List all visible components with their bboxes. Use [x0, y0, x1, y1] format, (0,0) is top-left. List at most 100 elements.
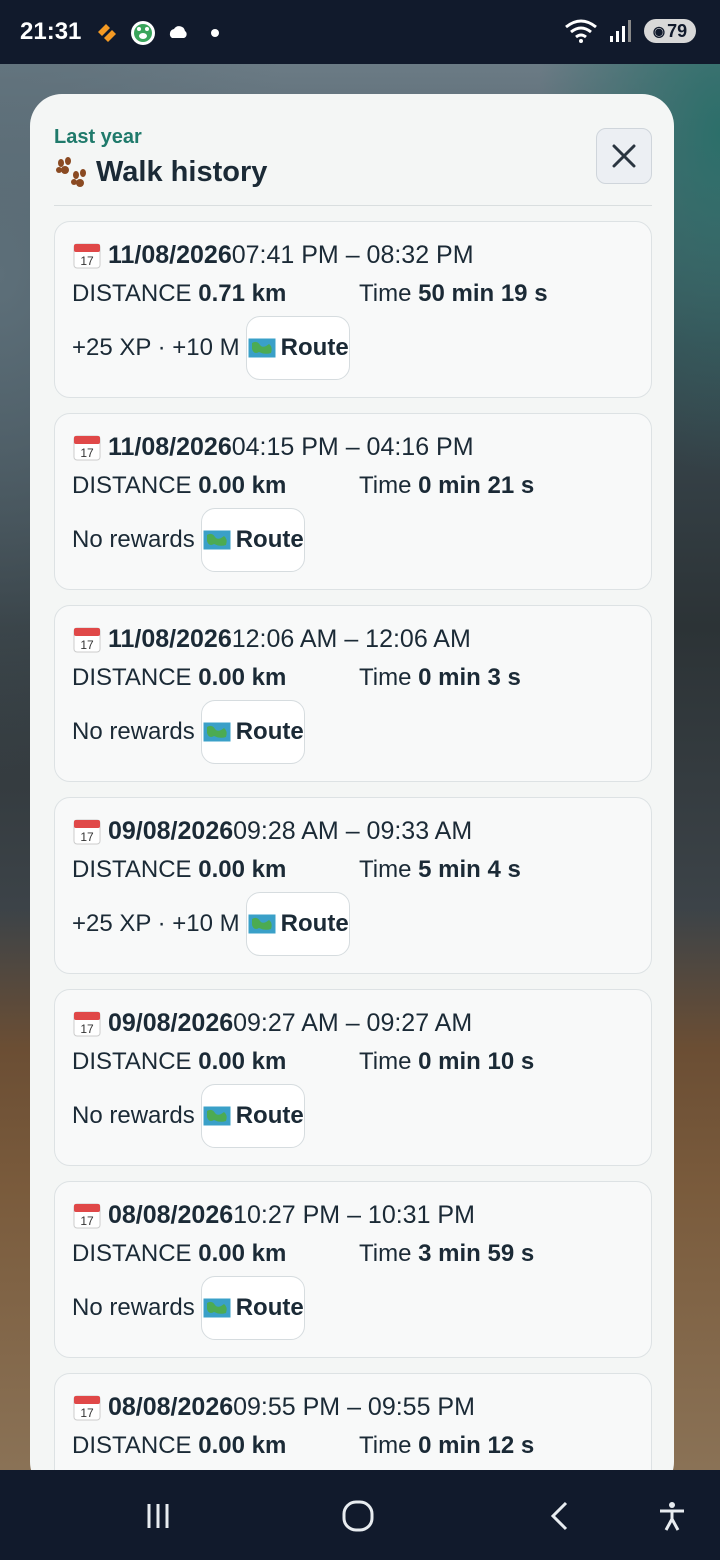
walk-footer: No rewards Route — [72, 1276, 305, 1340]
status-bar: 21:31 ◉ 79 — [0, 0, 720, 64]
walk-header: 17 11/08/2026 07:41 PM – 08:32 PM — [72, 240, 474, 270]
duration-value: 0 min 10 s — [418, 1048, 535, 1075]
distance-stat: DISTANCE 0.00 km — [72, 1240, 286, 1268]
home-icon — [342, 1500, 374, 1532]
distance-stat: DISTANCE 0.00 km — [72, 664, 286, 692]
duration-stat: Time 0 min 21 s — [359, 472, 534, 500]
distance-value: 0.00 km — [198, 664, 287, 691]
app-icon — [98, 24, 116, 42]
route-button[interactable]: Route — [245, 316, 350, 380]
svg-text:17: 17 — [80, 830, 94, 844]
route-button[interactable]: Route — [245, 892, 350, 956]
duration-stat: Time 0 min 12 s — [359, 1432, 534, 1460]
map-icon — [247, 913, 277, 935]
cloud-icon — [169, 26, 187, 38]
distance-value: 0.71 km — [198, 280, 287, 307]
walk-date: 08/08/2026 — [108, 1200, 234, 1229]
duration-value: 5 min 4 s — [418, 856, 521, 883]
walk-time-range: 09:27 AM – 09:27 AM — [233, 1008, 473, 1037]
walk-time-range: 10:27 PM – 10:31 PM — [233, 1200, 475, 1229]
battery-icon: ◉ 79 — [644, 19, 696, 43]
walk-header: 17 09/08/2026 09:28 AM – 09:33 AM — [72, 816, 472, 846]
signal-icon — [610, 20, 631, 42]
route-button[interactable]: Route — [200, 1084, 305, 1148]
walk-header: 17 09/08/2026 09:27 AM – 09:27 AM — [72, 1008, 472, 1038]
time-label: Time — [359, 472, 412, 499]
calendar-icon: 17 — [73, 1203, 101, 1229]
distance-value: 0.00 km — [198, 472, 287, 499]
svg-text:17: 17 — [80, 638, 94, 652]
svg-text:17: 17 — [80, 1214, 94, 1228]
time-label: Time — [359, 1240, 412, 1267]
duration-stat: Time 0 min 10 s — [359, 1048, 534, 1076]
duration-stat: Time 5 min 4 s — [359, 856, 521, 884]
time-label: Time — [359, 1048, 412, 1075]
svg-text:17: 17 — [80, 1406, 94, 1420]
walk-footer: No rewards Route — [72, 1084, 305, 1148]
duration-value: 0 min 3 s — [418, 664, 521, 691]
walk-list[interactable]: 17 11/08/2026 07:41 PM – 08:32 PM DISTAN… — [54, 221, 652, 1494]
duration-value: 3 min 59 s — [418, 1240, 535, 1267]
route-button[interactable]: Route — [200, 700, 305, 764]
walk-date: 09/08/2026 — [108, 1008, 234, 1037]
walk-time-range: 09:55 PM – 09:55 PM — [233, 1392, 475, 1421]
route-label: Route — [280, 334, 349, 361]
paw-app-icon — [131, 21, 155, 45]
rewards-text: +25 XP · +10 M — [72, 910, 240, 937]
distance-label: DISTANCE — [72, 664, 192, 691]
duration-stat: Time 50 min 19 s — [359, 280, 548, 308]
distance-stat: DISTANCE 0.00 km — [72, 1048, 286, 1076]
rewards-text: +25 XP · +10 M — [72, 334, 240, 361]
home-button[interactable] — [334, 1492, 382, 1540]
walk-header: 17 11/08/2026 04:15 PM – 04:16 PM — [72, 432, 474, 462]
duration-stat: Time 3 min 59 s — [359, 1240, 534, 1268]
map-icon — [247, 337, 277, 359]
back-button[interactable] — [536, 1492, 584, 1540]
distance-label: DISTANCE — [72, 1048, 192, 1075]
modal-title-text: Walk history — [96, 156, 268, 188]
walk-card: 17 09/08/2026 09:28 AM – 09:33 AM DISTAN… — [54, 797, 652, 974]
map-icon — [202, 1297, 232, 1319]
duration-stat: Time 0 min 3 s — [359, 664, 521, 692]
recent-apps-button[interactable] — [134, 1492, 182, 1540]
walk-date: 11/08/2026 — [108, 624, 232, 653]
rewards-text: No rewards — [72, 1294, 195, 1321]
distance-label: DISTANCE — [72, 856, 192, 883]
distance-value: 0.00 km — [198, 1240, 287, 1267]
route-label: Route — [235, 718, 304, 745]
distance-stat: DISTANCE 0.71 km — [72, 280, 286, 308]
walk-date: 09/08/2026 — [108, 816, 234, 845]
dot-icon — [211, 29, 219, 37]
walk-date: 11/08/2026 — [108, 432, 232, 461]
status-time: 21:31 — [20, 18, 82, 45]
walk-date: 08/08/2026 — [108, 1392, 234, 1421]
route-button[interactable]: Route — [200, 508, 305, 572]
distance-stat: DISTANCE 0.00 km — [72, 1432, 286, 1460]
battery-level: 79 — [667, 20, 688, 41]
close-button[interactable] — [596, 128, 652, 184]
accessibility-button[interactable] — [648, 1492, 696, 1540]
distance-stat: DISTANCE 0.00 km — [72, 472, 286, 500]
close-icon — [612, 144, 636, 168]
route-button[interactable]: Route — [200, 1276, 305, 1340]
distance-value: 0.00 km — [198, 856, 287, 883]
accessibility-icon — [660, 1502, 684, 1531]
system-icons: ◉ 79 — [564, 18, 696, 44]
map-icon — [202, 1105, 232, 1127]
walk-time-range: 12:06 AM – 12:06 AM — [231, 624, 471, 653]
calendar-icon: 17 — [73, 1395, 101, 1421]
rewards-text: No rewards — [72, 1102, 195, 1129]
recent-apps-icon — [147, 1504, 169, 1528]
walk-time-range: 04:15 PM – 04:16 PM — [231, 432, 474, 461]
route-label: Route — [235, 1102, 304, 1129]
walk-card: 17 11/08/2026 12:06 AM – 12:06 AM DISTAN… — [54, 605, 652, 782]
modal-title: Walk history — [54, 156, 267, 189]
distance-label: DISTANCE — [72, 280, 192, 307]
svg-text:17: 17 — [80, 254, 94, 268]
duration-value: 0 min 12 s — [418, 1432, 535, 1459]
walk-header: 17 11/08/2026 12:06 AM – 12:06 AM — [72, 624, 471, 654]
walk-history-modal: Last year Walk history 17 11/08/2026 07:… — [30, 94, 674, 1494]
walk-card: 17 11/08/2026 07:41 PM – 08:32 PM DISTAN… — [54, 221, 652, 398]
route-label: Route — [235, 526, 304, 553]
duration-value: 50 min 19 s — [418, 280, 548, 307]
